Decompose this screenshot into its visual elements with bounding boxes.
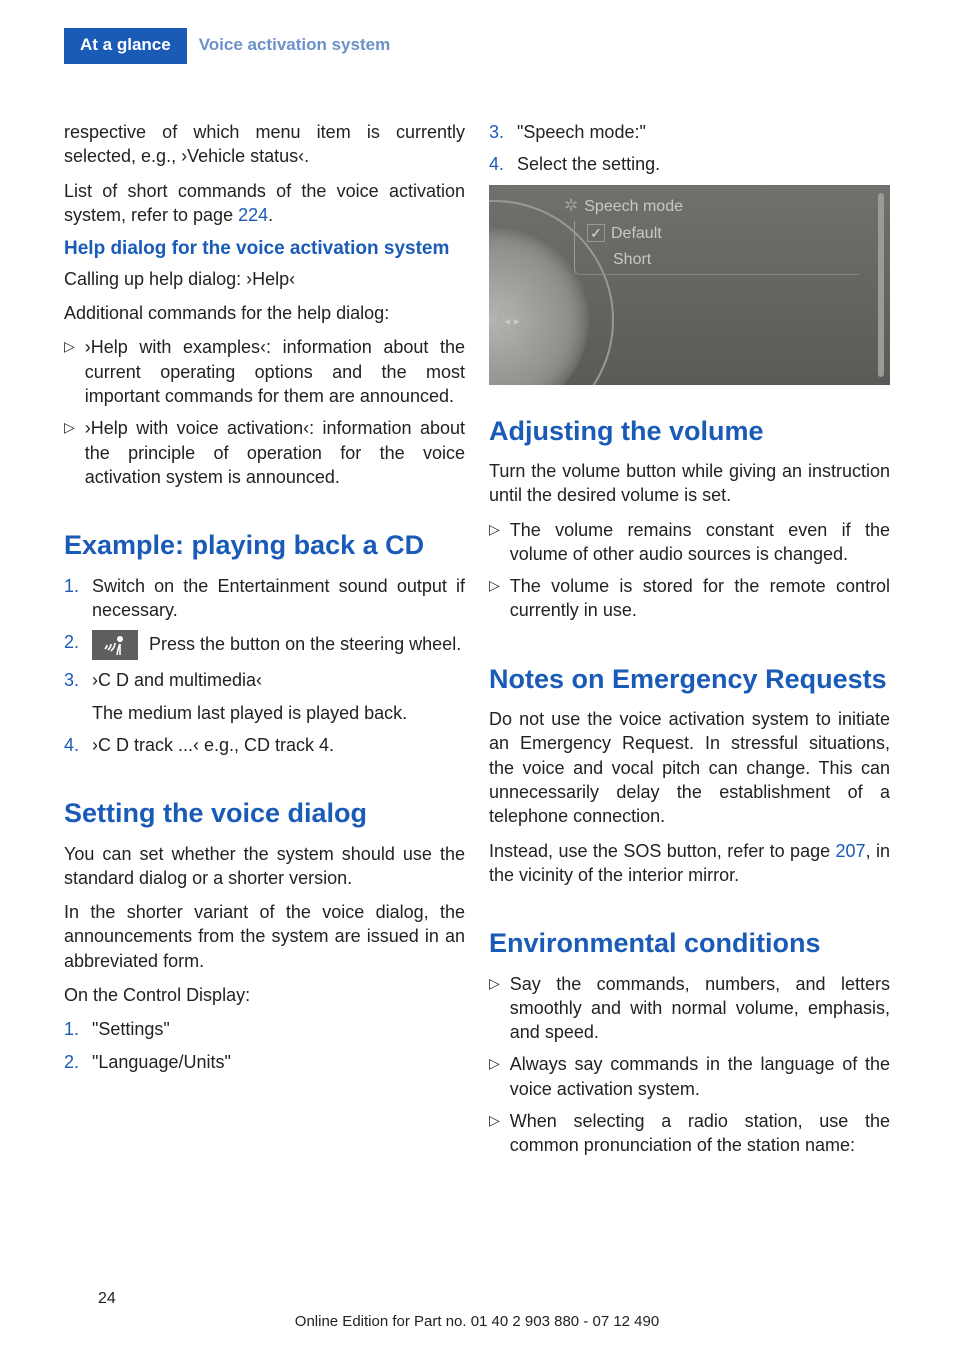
step-text: ›C D and multimedia‹ The medium last pla… <box>92 668 465 725</box>
screenshot-title: ✲ Speech mode <box>564 195 683 218</box>
example-heading: Example: playing back a CD <box>64 529 465 561</box>
env-item-2: Always say commands in the language of t… <box>510 1052 890 1101</box>
screenshot-item-short: Short <box>613 249 651 271</box>
step-num: 4. <box>64 733 82 757</box>
setting-p2: In the shorter variant of the voice dial… <box>64 900 465 973</box>
short-commands-ref: List of short commands of the voice acti… <box>64 179 465 228</box>
env-heading: Environmental conditions <box>489 927 890 959</box>
column-right: 3. "Speech mode:" 4. Select the setting. ◂… <box>489 120 890 1166</box>
step-num: 3. <box>489 120 507 144</box>
step-text: ›C D track ...‹ e.g., CD track 4. <box>92 733 465 757</box>
dial-arrows-icon: ◂ ▸ <box>497 307 527 337</box>
setting-p1: You can set whether the system should us… <box>64 842 465 891</box>
emergency-p1: Do not use the voice activation system t… <box>489 707 890 828</box>
voice-button-icon <box>92 630 138 660</box>
step-num: 3. <box>64 668 82 692</box>
screenshot-scrollbar <box>878 193 884 377</box>
speech-icon: ✲ <box>564 196 578 215</box>
screenshot-item-default: ✓ Default <box>587 223 662 245</box>
volume-item-2: The volume is stored for the remote cont… <box>510 574 890 623</box>
help-heading: Help dialog for the voice activation sys… <box>64 237 465 261</box>
footer-imprint: Online Edition for Part no. 01 40 2 903 … <box>0 1312 954 1332</box>
setting-p3: On the Control Display: <box>64 983 465 1007</box>
step-text: "Speech mode:" <box>517 120 890 144</box>
emergency-heading: Notes on Emergency Requests <box>489 663 890 695</box>
volume-item-1: The volume remains constant even if the … <box>510 518 890 567</box>
tab-at-a-glance[interactable]: At a glance <box>64 28 187 64</box>
volume-heading: Adjusting the volume <box>489 415 890 447</box>
help-p1: Calling up help dialog: ›Help‹ <box>64 267 465 291</box>
idrive-screenshot: ◂ ▸ ✲ Speech mode ✓ Default Short <box>489 185 890 385</box>
page-link-207[interactable]: 207 <box>836 841 866 861</box>
column-left: respective of which menu item is current… <box>64 120 465 1166</box>
step-text: Select the setting. <box>517 152 890 176</box>
env-item-1: Say the commands, numbers, and letters s… <box>510 972 890 1045</box>
step-text: Switch on the Entertainment sound output… <box>92 574 465 623</box>
volume-p: Turn the volume button while giving an i… <box>489 459 890 508</box>
ref-text-b: . <box>268 205 273 225</box>
help-p2: Additional commands for the help dialog: <box>64 301 465 325</box>
step-text: "Settings" <box>92 1017 465 1041</box>
step-num: 2. <box>64 1050 82 1074</box>
emerg-text-a: Instead, use the SOS button, refer to pa… <box>489 841 836 861</box>
page-number: 24 <box>98 1288 116 1310</box>
intro-paragraph: respective of which menu item is current… <box>64 120 465 169</box>
check-icon: ✓ <box>587 224 605 242</box>
tab-voice-activation[interactable]: Voice activation system <box>187 28 391 64</box>
help-item-1: ›Help with examples‹: information about … <box>85 335 465 408</box>
step-num: 4. <box>489 152 507 176</box>
emergency-p2: Instead, use the SOS button, refer to pa… <box>489 839 890 888</box>
item-label: Default <box>611 223 662 245</box>
setting-heading: Setting the voice dialog <box>64 797 465 829</box>
screenshot-title-text: Speech mode <box>584 198 683 215</box>
step-2-text: Press the button on the steering wheel. <box>144 634 461 654</box>
step-text: Press the button on the steering wheel. <box>92 630 465 660</box>
step-num: 1. <box>64 1017 82 1041</box>
page-link-224[interactable]: 224 <box>238 205 268 225</box>
env-item-3: When selecting a radio station, use the … <box>510 1109 890 1158</box>
step-num: 1. <box>64 574 82 598</box>
item-label: Short <box>613 249 651 271</box>
help-item-2: ›Help with voice activation‹: informatio… <box>85 416 465 489</box>
step-3-note: The medium last played is played back. <box>92 703 407 723</box>
step-text: "Language/Units" <box>92 1050 465 1074</box>
step-num: 2. <box>64 630 82 654</box>
step-3-cmd: ›C D and multimedia‹ <box>92 668 465 692</box>
